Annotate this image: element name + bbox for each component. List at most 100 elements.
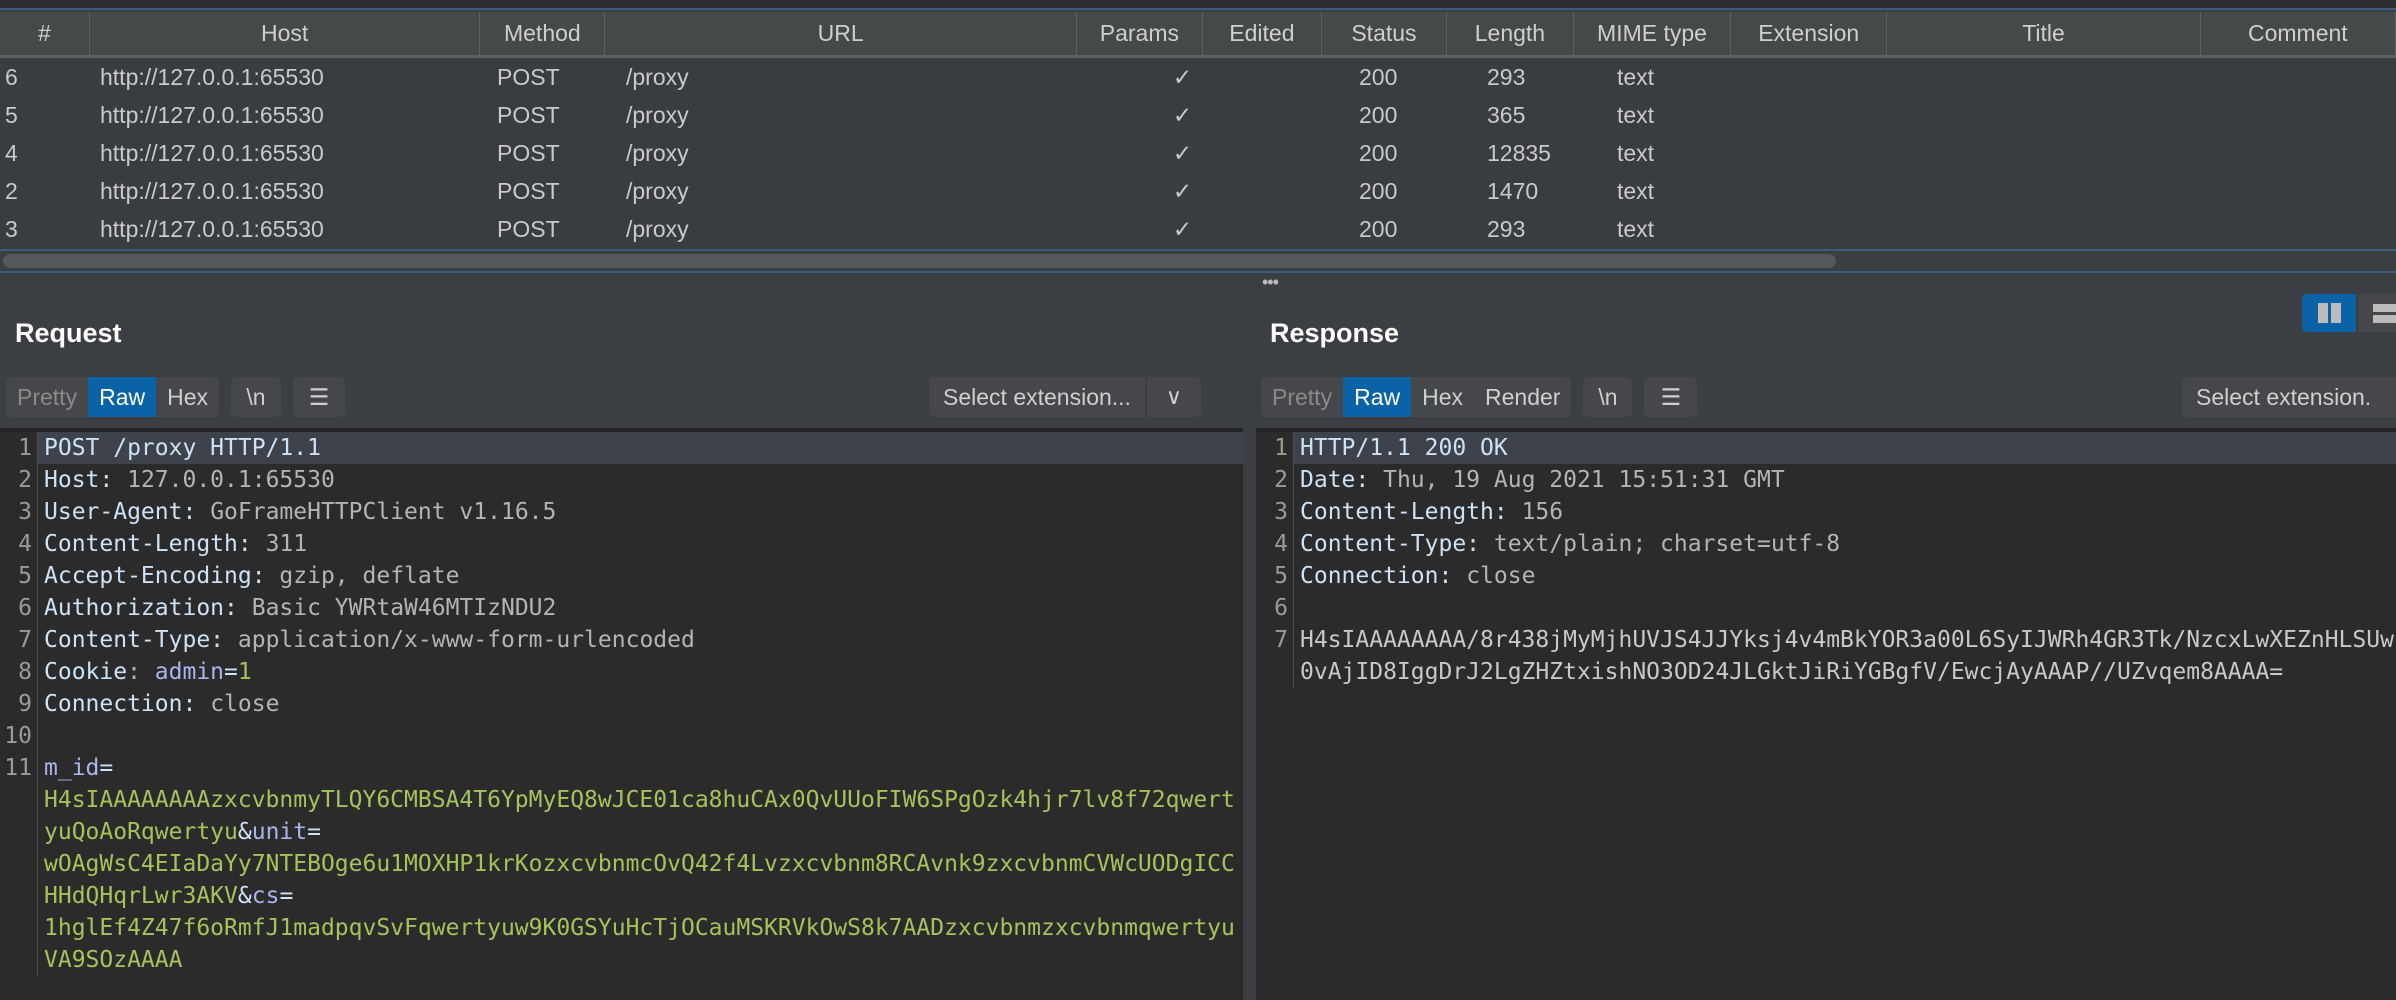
chevron-down-icon[interactable]: ∨ [1144,377,1201,417]
line-number: 9 [0,688,38,720]
response-toolbar: Pretty Raw Hex Render \n ☰ [1261,377,1709,417]
column-header-length[interactable]: Length [1447,12,1574,55]
column-header-status[interactable]: Status [1322,12,1447,55]
tab-raw[interactable]: Raw [1343,377,1412,417]
param-value: H4sIAAAAAAAAzxcvbnmyTLQY6CMBSA4T6YpMyEQ8… [44,787,1235,845]
column-header-params[interactable]: Params [1077,12,1203,55]
tab-raw[interactable]: Raw [88,377,157,417]
cell-length: 293 [1487,215,1526,242]
newline-toggle-button[interactable]: \n [1583,377,1632,417]
layout-toggle [2302,294,2396,332]
editor-line: 6 Authorization: Basic YWRtaW46MTIzNDU2 [0,592,1243,624]
line-text: Content-Length: 311 [44,531,308,557]
column-header-comment[interactable]: Comment [2201,12,2396,55]
tab-hex[interactable]: Hex [156,377,219,417]
hamburger-icon: ☰ [1660,383,1682,410]
line-text: User-Agent: GoFrameHTTPClient v1.16.5 [44,499,557,525]
cell-url: /proxy [626,63,689,90]
line-number: 10 [0,720,38,752]
editor-line: 3 User-Agent: GoFrameHTTPClient v1.16.5 [0,496,1243,528]
cell-mime: text [1617,63,1655,90]
request-editor[interactable]: 1 POST /proxy HTTP/1.1 2 Host: 127.0.0.1:65… [0,428,1243,1000]
tab-pretty[interactable]: Pretty [6,377,88,417]
select-extension-label: Select extension. [2196,383,2372,410]
tab-hex[interactable]: Hex [1411,377,1474,417]
cell-host: http://127.0.0.1:65530 [100,139,324,166]
request-line: POST /proxy HTTP/1.1 [44,435,321,461]
header-name: Connection [44,691,183,717]
editor-line: 5 Connection: close [1256,560,2396,592]
editor-line: 9 Connection: close [0,688,1243,720]
cell-mime: text [1617,215,1655,242]
cookie-value: 1 [237,659,252,685]
pane-resize-handle[interactable]: ••• [1262,272,1279,293]
line-number: 4 [0,528,38,560]
table-row[interactable]: 5 http://127.0.0.1:65530 POST/proxy ✓ 200 365… [0,96,2396,134]
line-text: Connection: close [44,691,280,717]
editor-line: 7 H4sIAAAAAAAA/8r438jMyMjhUVJS4JJYksj4v4m… [1256,624,2396,688]
header-name: Connection [1300,563,1439,589]
cell-params: ✓ [1172,63,1193,90]
table-row[interactable]: 2 http://127.0.0.1:65530 POST/proxy ✓ 200 147… [0,172,2396,210]
horizontal-scrollbar[interactable] [3,254,1836,268]
menu-button[interactable]: ☰ [293,377,345,417]
editor-line: 1 POST /proxy HTTP/1.1 [0,432,1243,464]
column-header-method[interactable]: Method [480,12,606,55]
select-extension-label: Select extension... [943,383,1131,410]
response-editor[interactable]: 1 HTTP/1.1 200 OK 2 Date: Thu, 19 Aug 2021 … [1256,428,2396,1000]
editor-line: 10 [0,720,1243,752]
param-value: 1hglEf4Z47f6oRmfJ1madpqvSvFqwertyuw9K0GS… [44,915,1235,973]
request-title: Request [15,318,122,348]
header-name: Content-Length [44,531,238,557]
request-line: HTTP/1.1 200 OK [1300,435,1508,461]
cell-status: 200 [1359,101,1398,128]
column-header-title[interactable]: Title [1887,12,2201,55]
line-number: 2 [1256,464,1294,496]
line-text: Content-Type: text/plain; charset=utf-8 [1300,531,1841,557]
cell-method: POST [497,177,560,204]
cell-num: 5 [5,101,18,128]
newline-toggle-button[interactable]: \n [231,377,281,417]
table-row[interactable]: 6 http://127.0.0.1:65530 POST/proxy ✓ 200 293… [0,58,2396,96]
line-number: 5 [1256,560,1294,592]
header-value: Basic YWRtaW46MTIzNDU2 [251,595,557,621]
column-header-extension[interactable]: Extension [1731,12,1888,55]
editor-line: 6 [1256,592,2396,624]
header-name: Content-Type [44,627,211,653]
line-number: 5 [0,560,38,592]
table-row[interactable]: 4 http://127.0.0.1:65530 POST/proxy ✓ 200 128… [0,134,2396,172]
column-header-mime-type[interactable]: MIME type [1574,12,1732,55]
pane-splitter[interactable] [1243,428,1256,1000]
cell-length: 293 [1487,63,1526,90]
line-text [1294,592,2396,624]
column-header-url[interactable]: URL [605,12,1077,55]
line-text: Host: 127.0.0.1:65530 [44,467,335,493]
line-number: 3 [0,496,38,528]
http-history-table: # Host Method URL Params Edited Status Length MI… [0,12,2396,249]
request-select-extension[interactable]: Select extension... ∨ [929,377,1201,417]
header-value: close [210,691,280,717]
response-title: Response [1270,318,1400,348]
cell-host: http://127.0.0.1:65530 [100,215,324,242]
line-text: Content-Length: 156 [1300,499,1564,525]
table-row[interactable]: 3 http://127.0.0.1:65530 POST/proxy ✓ 200 293… [0,210,2396,248]
rows-icon [2373,303,2396,323]
column-header-edited[interactable]: Edited [1203,12,1322,55]
side-by-side-layout-button[interactable] [2302,294,2356,332]
column-header-number[interactable]: # [0,12,90,55]
header-name: Content-Type [1300,531,1467,557]
cell-num: 4 [5,139,18,166]
tab-pretty[interactable]: Pretty [1261,377,1343,417]
cell-host: http://127.0.0.1:65530 [100,177,324,204]
menu-button[interactable]: ☰ [1644,377,1697,417]
header-value: 127.0.0.1:65530 [127,467,335,493]
tab-render[interactable]: Render [1474,377,1571,417]
stacked-layout-button[interactable] [2358,294,2396,332]
param-name: cs [251,883,280,909]
response-select-extension[interactable]: Select extension. [2182,377,2396,417]
cell-mime: text [1617,177,1655,204]
table-body: 6 http://127.0.0.1:65530 POST/proxy ✓ 200 293… [0,58,2396,248]
column-header-host[interactable]: Host [90,12,481,55]
cell-method: POST [497,215,560,242]
line-number: 1 [1256,432,1294,464]
